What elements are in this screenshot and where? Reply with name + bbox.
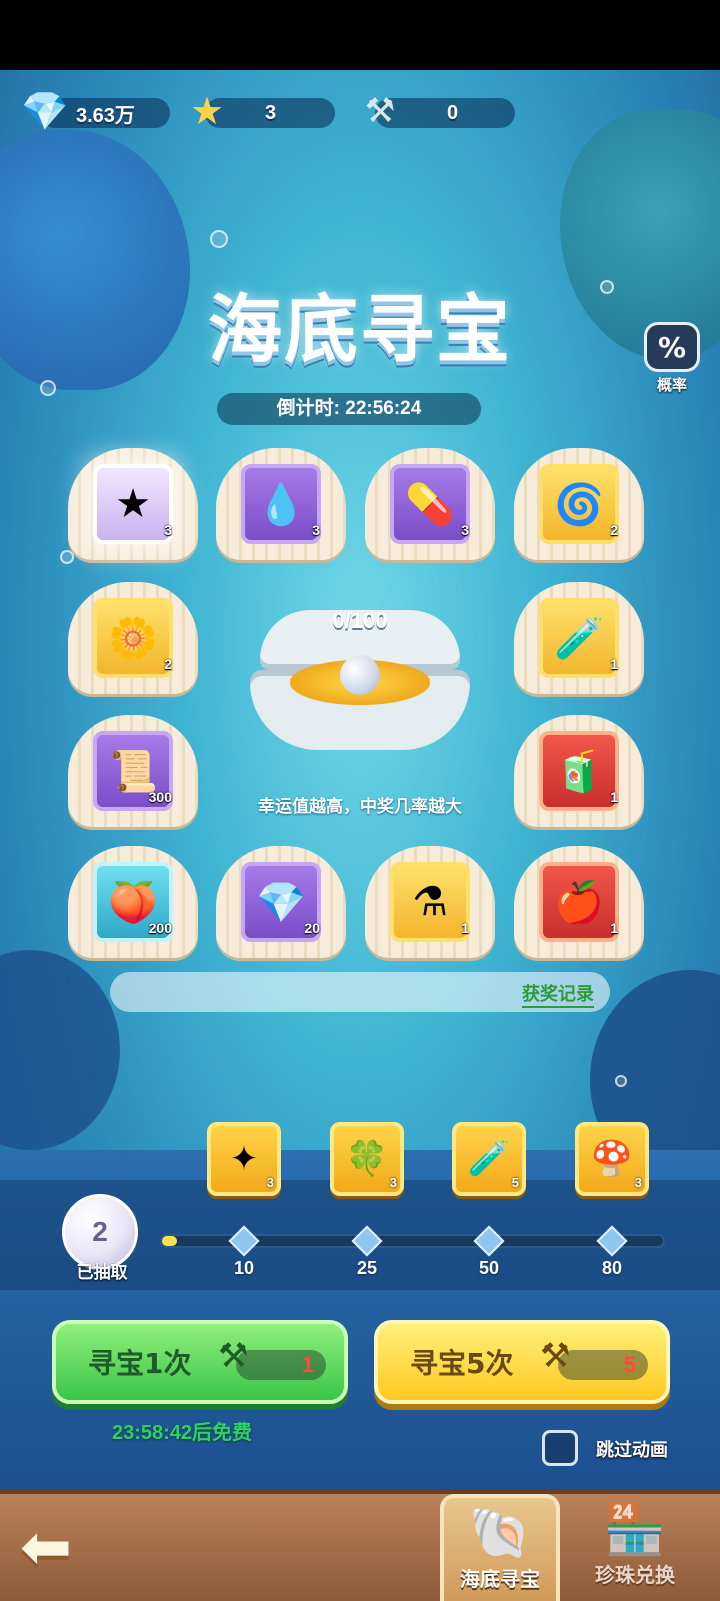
prize-slot[interactable]: 🧪 1 [514, 582, 644, 697]
bubble [615, 1075, 627, 1087]
tab-pearl-exchange[interactable]: 🏪 珍珠兑换 [575, 1494, 695, 1601]
luck-tip: 幸运值越高，中奖几率越大 [258, 797, 462, 817]
red-potion-icon: 🧪 [539, 598, 619, 678]
milestone-reward-count: 3 [634, 1175, 642, 1190]
event-countdown: 倒计时: 22:56:24 [217, 393, 481, 425]
draw-once-button[interactable]: 寻宝1次 ⚒ 1 [52, 1320, 348, 1404]
milestone-reward-count: 5 [511, 1175, 519, 1190]
prize-count: 2 [610, 522, 618, 538]
prize-slot[interactable]: 🌼 2 [68, 582, 198, 697]
rake-icon: ⚒ [540, 1336, 571, 1376]
orange-potion-icon[interactable]: 🧪 5 [452, 1122, 526, 1196]
tab-treasure-hunt[interactable]: 🐚 海底寻宝 [440, 1494, 560, 1601]
coral-decoration-left [0, 130, 190, 390]
luck-progress: 0/100 [332, 608, 388, 633]
prize-count: 3 [461, 522, 469, 538]
prize-count: 3 [312, 522, 320, 538]
page-title: 海底寻宝 [208, 287, 512, 373]
probability-label: 概率 [656, 376, 687, 394]
prize-count: 1 [610, 656, 618, 672]
prize-slot[interactable]: 🌀 2 [514, 448, 644, 563]
milestone-threshold: 25 [356, 1258, 378, 1278]
rune-stone-icon: 🌀 [539, 464, 619, 544]
golden-drop-icon: 💧 [241, 464, 321, 544]
blue-mushroom-icon[interactable]: 🍄 3 [575, 1122, 649, 1196]
draw-once-cost-value: 1 [301, 1352, 314, 1377]
probability-icon: % [644, 322, 700, 372]
prize-slot[interactable]: ★ 3 [68, 448, 198, 563]
rake-icon: ⚒ [364, 91, 396, 131]
skip-animation-label[interactable]: 跳过动画 [596, 1436, 668, 1462]
bubble [600, 280, 614, 294]
draw-five-button[interactable]: 寻宝5次 ⚒ 5 [374, 1320, 670, 1404]
draw-once-cost: ⚒ 1 [218, 1336, 326, 1380]
gold-leaf-gem-icon[interactable]: 🍀 3 [330, 1122, 404, 1196]
starfish-icon: ★ [93, 464, 173, 544]
status-bar-area [0, 0, 720, 70]
rake-icon: ⚒ [218, 1336, 249, 1376]
tab-pearl-exchange-label: 珍珠兑换 [595, 1563, 675, 1587]
prize-count: 20 [304, 920, 320, 936]
golden-flower-icon: 🌼 [93, 598, 173, 678]
prize-count: 1 [461, 920, 469, 936]
gem-amount: 3.63万 [76, 104, 135, 127]
back-arrow-icon[interactable]: ⬅ [20, 1512, 100, 1582]
free-draw-timer: 23:58:42后免费 [112, 1422, 253, 1444]
prize-record-link[interactable]: 获奖记录 [522, 980, 594, 1008]
prize-slot[interactable]: ⚗ 1 [365, 846, 495, 961]
prize-count: 300 [148, 789, 172, 805]
rock-decoration-left [0, 950, 120, 1150]
starfish-amount: 3 [265, 101, 277, 124]
prize-count: 1 [610, 789, 618, 805]
prize-slot[interactable]: 💊 3 [365, 448, 495, 563]
prize-count: 2 [164, 656, 172, 672]
milestone-threshold: 80 [601, 1258, 623, 1278]
clam-icon: 🐚 [468, 1504, 532, 1562]
prize-slot[interactable]: 🍎 1 [514, 846, 644, 961]
milestone-threshold: 10 [233, 1258, 255, 1278]
draw-count-label: 已抽取 [76, 1263, 128, 1283]
bubble [40, 380, 56, 396]
tab-treasure-hunt-label: 海底寻宝 [460, 1567, 540, 1591]
milestone-threshold: 50 [478, 1258, 500, 1278]
prize-slot[interactable]: 📜 300 [68, 715, 198, 830]
rake-amount: 0 [447, 101, 459, 124]
prize-count: 200 [148, 920, 172, 936]
green-capsule-icon: 🧃 [539, 731, 619, 811]
prize-slot[interactable]: 💎 20 [216, 846, 346, 961]
starfish-icon: ★ [189, 89, 225, 133]
star-compass-icon[interactable]: ✦ 3 [207, 1122, 281, 1196]
purple-capsule-icon: 💊 [390, 464, 470, 544]
draw-five-label: 寻宝5次 [410, 1347, 514, 1380]
prize-record-bar: 获奖记录 [110, 972, 610, 1012]
pearl-clam[interactable]: 0/100 [240, 600, 480, 770]
draw-once-label: 寻宝1次 [88, 1347, 192, 1380]
milestone-reward-count: 3 [266, 1175, 274, 1190]
bubble [210, 230, 228, 248]
prize-count: 1 [610, 920, 618, 936]
prize-slot[interactable]: 💧 3 [216, 448, 346, 563]
prize-slot[interactable]: 🧃 1 [514, 715, 644, 830]
diamond-icon: 💎 [21, 88, 69, 133]
pearl-icon [340, 655, 380, 695]
skip-animation-checkbox[interactable] [542, 1430, 578, 1466]
milestone-reward-count: 3 [389, 1175, 397, 1190]
red-fruit-bottle-icon: 🍎 [539, 862, 619, 942]
shop-icon: 🏪 [603, 1500, 667, 1558]
prize-slot[interactable]: 🍑 200 [68, 846, 198, 961]
milestone-track-fill [162, 1236, 178, 1246]
prize-count: 3 [164, 522, 172, 538]
probability-button[interactable]: % 概率 [642, 322, 702, 400]
teal-potion-icon: ⚗ [390, 862, 470, 942]
draw-five-cost-value: 5 [623, 1352, 636, 1377]
draw-five-cost: ⚒ 5 [540, 1336, 648, 1380]
